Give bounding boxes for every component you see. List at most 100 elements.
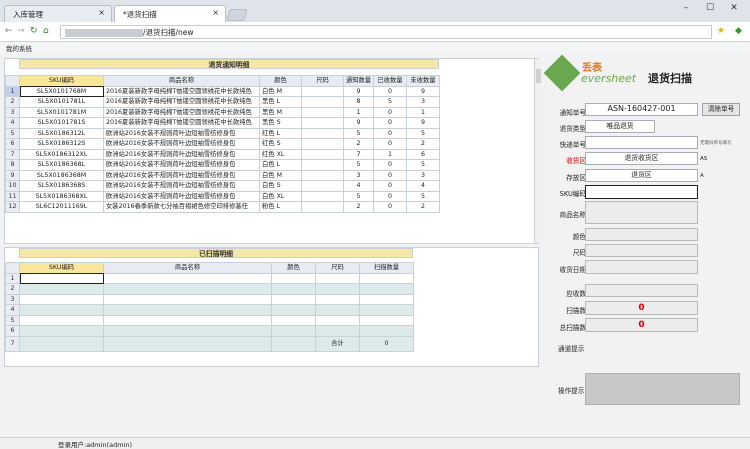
col-size[interactable]: 尺码 bbox=[301, 75, 344, 87]
scan-cell[interactable] bbox=[315, 283, 360, 295]
maximize-button[interactable]: ☐ bbox=[700, 3, 720, 17]
forward-icon[interactable]: → bbox=[17, 26, 25, 36]
col-color[interactable]: 颜色 bbox=[271, 262, 316, 274]
notice-qty-cell[interactable]: 9 bbox=[343, 117, 374, 129]
name-cell[interactable]: 欧洲站2016女装不规则荷叶边短袖雪纺修身包 bbox=[103, 148, 260, 160]
size-cell[interactable] bbox=[301, 96, 344, 108]
col-size[interactable]: 尺码 bbox=[315, 262, 360, 274]
unrecv-qty-cell[interactable]: 9 bbox=[406, 85, 440, 97]
name-cell[interactable]: 2016夏装新款字母纯棉T恤镂空圆领绣花中长款纯色 bbox=[103, 106, 260, 118]
size-cell[interactable] bbox=[301, 106, 344, 118]
notice-qty-cell[interactable]: 3 bbox=[343, 169, 374, 181]
scan-cell[interactable] bbox=[103, 304, 272, 316]
address-bar[interactable]: /退货扫描/new bbox=[60, 25, 712, 39]
menu-icon[interactable]: ◆ bbox=[735, 26, 742, 36]
tab-inbound[interactable]: 入库管理 × bbox=[4, 5, 112, 22]
table-row[interactable]: 6 SL5X0186312S 欧洲站2016女装不规则荷叶边短袖雪纺修身包 红色 S 2… bbox=[5, 138, 440, 150]
recv-qty-cell[interactable]: 0 bbox=[373, 180, 407, 192]
col-color[interactable]: 颜色 bbox=[259, 75, 302, 87]
recv-qty-cell[interactable]: 0 bbox=[373, 127, 407, 139]
table-row[interactable]: 8 SL5X0186368L 欧洲站2016女装不规则荷叶边短袖雪纺修身包 白色 L 5… bbox=[5, 159, 440, 171]
close-window-button[interactable]: ✕ bbox=[724, 3, 744, 17]
color-cell[interactable]: 白色 L bbox=[259, 159, 302, 171]
table-row[interactable]: 9 SL5X0186368M 欧洲站2016女装不规则荷叶边短袖雪纺修身包 白色 M 3… bbox=[5, 169, 440, 181]
scan-cell[interactable] bbox=[271, 293, 316, 305]
size-cell[interactable] bbox=[301, 117, 344, 129]
notice-qty-cell[interactable]: 4 bbox=[343, 180, 374, 192]
scan-cell[interactable] bbox=[103, 272, 272, 284]
unrecv-qty-cell[interactable]: 5 bbox=[406, 127, 440, 139]
name-cell[interactable]: 欧洲站2016女装不规则荷叶边短袖雪纺修身包 bbox=[103, 138, 260, 150]
scan-cell[interactable] bbox=[315, 325, 360, 337]
sku-cell[interactable]: SL5X0186368M bbox=[19, 169, 104, 181]
scan-cell[interactable] bbox=[19, 293, 104, 305]
notice-no-field[interactable]: ASN-160427-001 bbox=[585, 103, 698, 116]
new-tab-button[interactable] bbox=[226, 9, 248, 21]
sku-cell[interactable]: SL5X0101781L bbox=[19, 96, 104, 108]
notice-qty-cell[interactable]: 1 bbox=[343, 106, 374, 118]
express-field[interactable] bbox=[585, 136, 698, 149]
color-cell[interactable]: 粉色 L bbox=[259, 201, 302, 213]
minimize-button[interactable]: – bbox=[676, 3, 696, 17]
recv-qty-cell[interactable]: 0 bbox=[373, 85, 407, 97]
recv-qty-cell[interactable]: 0 bbox=[373, 190, 407, 202]
recv-qty-cell[interactable]: 0 bbox=[373, 169, 407, 181]
size-cell[interactable] bbox=[301, 159, 344, 171]
scan-cell[interactable] bbox=[315, 293, 360, 305]
col-name[interactable]: 商品名称 bbox=[103, 262, 272, 274]
recv-qty-cell[interactable]: 0 bbox=[373, 159, 407, 171]
recv-qty-cell[interactable]: 5 bbox=[373, 96, 407, 108]
scan-cell[interactable] bbox=[359, 293, 414, 305]
store-area-field[interactable]: 退货区 bbox=[585, 169, 698, 182]
color-cell[interactable]: 黑色 L bbox=[259, 96, 302, 108]
unrecv-qty-cell[interactable]: 3 bbox=[406, 169, 440, 181]
scan-cell[interactable] bbox=[271, 325, 316, 337]
table-row[interactable]: 6 bbox=[5, 325, 414, 337]
scan-cell[interactable] bbox=[315, 304, 360, 316]
scan-cell[interactable] bbox=[359, 304, 414, 316]
size-cell[interactable] bbox=[301, 201, 344, 213]
size-cell[interactable] bbox=[301, 127, 344, 139]
unrecv-qty-cell[interactable]: 2 bbox=[406, 138, 440, 150]
name-cell[interactable]: 欧洲站2016女装不规则荷叶边短袖雪纺修身包 bbox=[103, 127, 260, 139]
notice-qty-cell[interactable]: 2 bbox=[343, 138, 374, 150]
scan-cell[interactable] bbox=[103, 283, 272, 295]
notice-qty-cell[interactable]: 8 bbox=[343, 96, 374, 108]
table-row[interactable]: 11 SL5X0186368XL 欧洲站2016女装不规则荷叶边短袖雪纺修身包 白色 … bbox=[5, 190, 440, 202]
scan-cell[interactable] bbox=[271, 304, 316, 316]
size-cell[interactable] bbox=[301, 148, 344, 160]
notice-qty-cell[interactable]: 5 bbox=[343, 159, 374, 171]
size-cell[interactable] bbox=[301, 190, 344, 202]
unrecv-qty-cell[interactable]: 1 bbox=[406, 106, 440, 118]
recv-area-field[interactable]: 退货收货区 bbox=[585, 152, 698, 165]
table-row[interactable]: 2 SL5X0101781L 2016夏装新款字母纯棉T恤镂空圆领绣花中长款纯色 黑色… bbox=[5, 96, 440, 108]
sku-cell[interactable]: SL5X0101768M bbox=[19, 85, 104, 97]
color-cell[interactable]: 黑色 M bbox=[259, 106, 302, 118]
col-unrecv-qty[interactable]: 未收数量 bbox=[406, 75, 440, 87]
color-cell[interactable]: 红色 XL bbox=[259, 148, 302, 160]
table-row[interactable]: 4 SL5X0101781S 2016夏装新款字母纯棉T恤镂空圆领绣花中长款纯色 黑色… bbox=[5, 117, 440, 129]
reload-icon[interactable]: ↻ bbox=[30, 26, 38, 36]
unrecv-qty-cell[interactable]: 6 bbox=[406, 148, 440, 160]
table-row[interactable]: 1 SL5X0101768M 2016夏装新款字母纯棉T恤镂空圆领绣花中长款纯色 白色… bbox=[5, 85, 440, 97]
unrecv-qty-cell[interactable]: 3 bbox=[406, 96, 440, 108]
name-cell[interactable]: 2016夏装新款字母纯棉T恤镂空圆领绣花中长款纯色 bbox=[103, 96, 260, 108]
name-cell[interactable]: 欧洲站2016女装不规则荷叶边短袖雪纺修身包 bbox=[103, 159, 260, 171]
color-cell[interactable]: 白色 M bbox=[259, 85, 302, 97]
name-cell[interactable]: 女装2016春季新款七分袖百褶裙色修空印排修基任 bbox=[103, 201, 260, 213]
table-row[interactable]: 3 SL5X0101781M 2016夏装新款字母纯棉T恤镂空圆领绣花中长款纯色 黑色… bbox=[5, 106, 440, 118]
col-sku[interactable]: SKU编码 bbox=[19, 262, 104, 274]
scan-cell[interactable] bbox=[19, 272, 104, 284]
table-row[interactable]: 1 bbox=[5, 272, 414, 284]
bookmark-my-system[interactable]: 我的系统 bbox=[6, 45, 32, 53]
scan-cell[interactable] bbox=[315, 272, 360, 284]
tab-return-scan[interactable]: *退货扫描 × bbox=[114, 5, 226, 22]
scan-cell[interactable] bbox=[103, 293, 272, 305]
size-cell[interactable] bbox=[301, 180, 344, 192]
scan-cell[interactable] bbox=[19, 325, 104, 337]
notice-qty-cell[interactable]: 5 bbox=[343, 127, 374, 139]
name-cell[interactable]: 2016夏装新款字母纯棉T恤镂空圆领绣花中长款纯色 bbox=[103, 85, 260, 97]
scan-cell[interactable] bbox=[103, 325, 272, 337]
col-notice-qty[interactable]: 通知数量 bbox=[343, 75, 374, 87]
col-scan-qty[interactable]: 扫描数量 bbox=[359, 262, 414, 274]
